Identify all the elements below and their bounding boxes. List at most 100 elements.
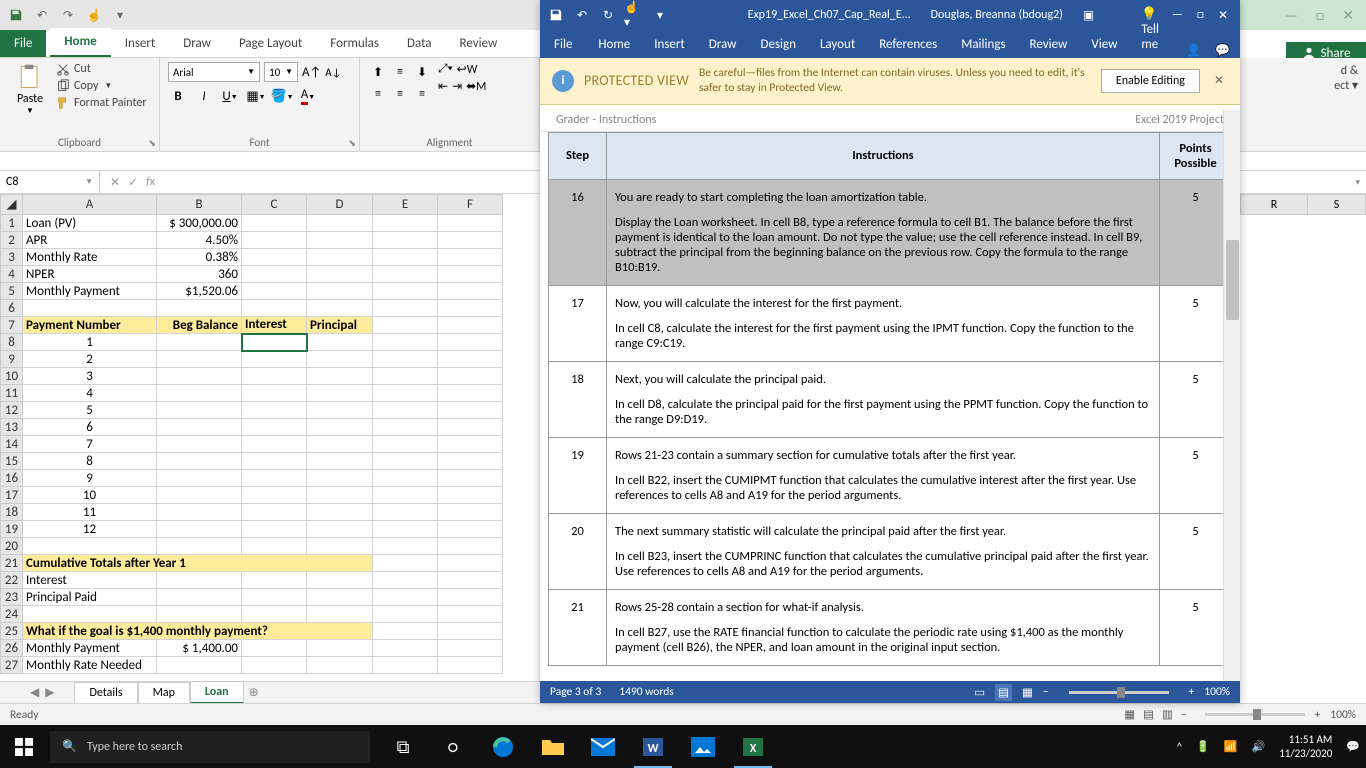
word-count[interactable]: 1490 words [619, 685, 674, 699]
word-tab-review[interactable]: Review [1018, 31, 1080, 58]
bold-button[interactable]: B [168, 86, 188, 106]
cell-D2[interactable] [307, 232, 373, 249]
word-touch-icon[interactable]: ☝▾ [624, 5, 644, 25]
row-header-15[interactable]: 15 [1, 453, 23, 470]
read-mode-icon[interactable]: ▭ [974, 685, 985, 700]
cell-D27[interactable] [307, 657, 373, 674]
word-close-icon[interactable]: ✕ [1218, 8, 1228, 23]
name-box[interactable]: C8▼ [0, 171, 100, 193]
row-header-9[interactable]: 9 [1, 351, 23, 368]
photos-icon[interactable] [680, 725, 726, 768]
cortana-icon[interactable]: ○ [430, 725, 476, 768]
row-header-26[interactable]: 26 [1, 640, 23, 657]
task-view-icon[interactable]: ⧉ [380, 725, 426, 768]
taskbar-clock[interactable]: 11:51 AM 11/23/2020 [1279, 733, 1332, 759]
align-top-icon[interactable]: ⬆ [368, 62, 388, 82]
cell-A1[interactable]: Loan (PV) [23, 215, 157, 232]
cell-C14[interactable] [242, 436, 307, 453]
cell-A23[interactable]: Principal Paid [23, 589, 157, 606]
word-display-mode-icon[interactable]: ▣ [1083, 8, 1094, 23]
row-header-2[interactable]: 2 [1, 232, 23, 249]
cell-B17[interactable] [157, 487, 242, 504]
row-header-4[interactable]: 4 [1, 266, 23, 283]
cell-A5[interactable]: Monthly Payment [23, 283, 157, 300]
word-user-icon[interactable]: 👤 [1186, 43, 1201, 58]
row-header-22[interactable]: 22 [1, 572, 23, 589]
tab-formulas[interactable]: Formulas [316, 30, 393, 57]
cell-B24[interactable] [157, 606, 242, 623]
row-header-25[interactable]: 25 [1, 623, 23, 640]
cell-D9[interactable] [307, 351, 373, 368]
cell-B7[interactable]: Beg Balance [157, 317, 242, 334]
save-icon[interactable] [6, 5, 26, 25]
paste-button[interactable]: Paste ▼ [8, 62, 52, 116]
view-normal-icon[interactable]: ▦ [1124, 707, 1135, 722]
word-save-icon[interactable] [546, 5, 566, 25]
cell-C24[interactable] [242, 606, 307, 623]
increase-indent-icon[interactable]: ⇥ [452, 79, 462, 94]
cell-D15[interactable] [307, 453, 373, 470]
cell-D18[interactable] [307, 504, 373, 521]
row-header-21[interactable]: 21 [1, 555, 23, 572]
word-undo-icon[interactable]: ↶ [572, 5, 592, 25]
cell-B8[interactable] [157, 334, 242, 351]
cell-C19[interactable] [242, 521, 307, 538]
cell-B4[interactable]: 360 [157, 266, 242, 283]
cell-C17[interactable] [242, 487, 307, 504]
orientation-icon[interactable]: ⤢▾ [438, 62, 453, 77]
word-taskbar-icon[interactable]: W [630, 725, 676, 768]
expand-formula-bar-icon[interactable]: ▾ [1355, 177, 1366, 188]
cell-C2[interactable] [242, 232, 307, 249]
tray-chevron-icon[interactable]: ^ [1177, 740, 1182, 753]
notifications-icon[interactable]: 💬 [1346, 740, 1360, 753]
tab-data[interactable]: Data [393, 30, 446, 57]
cell-C18[interactable] [242, 504, 307, 521]
cell-C16[interactable] [242, 470, 307, 487]
wifi-icon[interactable]: 📶 [1224, 740, 1238, 753]
cell-D11[interactable] [307, 385, 373, 402]
taskbar-search[interactable]: 🔍 Type here to search [50, 731, 370, 763]
redo-icon[interactable]: ↷ [58, 5, 78, 25]
cell-B2[interactable]: 4.50% [157, 232, 242, 249]
zoom-slider[interactable] [1205, 713, 1305, 716]
cell-D7[interactable]: Principal [307, 317, 373, 334]
close-protected-bar-icon[interactable]: ✕ [1210, 73, 1228, 88]
cell-A10[interactable]: 3 [23, 368, 157, 385]
cell-B9[interactable] [157, 351, 242, 368]
cell-A16[interactable]: 9 [23, 470, 157, 487]
font-size-dropdown[interactable]: 10▼ [264, 62, 298, 82]
col-header-C[interactable]: C [242, 195, 307, 215]
cell-B6[interactable] [157, 300, 242, 317]
view-page-layout-icon[interactable]: ▤ [1143, 707, 1154, 722]
tab-home[interactable]: Home [50, 28, 110, 57]
cell-A27[interactable]: Monthly Rate Needed [23, 657, 157, 674]
print-layout-icon[interactable]: ▤ [995, 684, 1012, 701]
align-center-icon[interactable]: ≡ [390, 84, 410, 104]
cell-A24[interactable] [23, 606, 157, 623]
word-tell-me[interactable]: 💡 Tell me [1129, 1, 1186, 58]
cell-B3[interactable]: 0.38% [157, 249, 242, 266]
enter-formula-icon[interactable]: ✓ [128, 175, 138, 190]
cell-B23[interactable] [157, 589, 242, 606]
cell-C12[interactable] [242, 402, 307, 419]
increase-font-icon[interactable]: A↑ [302, 65, 321, 80]
word-tab-design[interactable]: Design [748, 31, 807, 58]
sheet-tab-loan[interactable]: Loan [190, 681, 244, 704]
sheet-nav-next-icon[interactable]: ▶ [45, 685, 54, 700]
italic-button[interactable]: I [194, 86, 214, 106]
col-header-E[interactable]: E [373, 195, 438, 215]
cell-D22[interactable] [307, 572, 373, 589]
cell-A25[interactable]: What if the goal is $1,400 monthly payme… [23, 623, 373, 640]
row-header-13[interactable]: 13 [1, 419, 23, 436]
fill-color-button[interactable]: 🪣▼ [272, 86, 292, 106]
cell-D26[interactable] [307, 640, 373, 657]
font-name-dropdown[interactable]: Arial▼ [168, 62, 260, 82]
format-painter-button[interactable]: Format Painter [56, 96, 147, 110]
word-tab-view[interactable]: View [1079, 31, 1129, 58]
wrap-text-button[interactable]: ↩W [457, 62, 478, 77]
cell-D20[interactable] [307, 538, 373, 555]
cell-D3[interactable] [307, 249, 373, 266]
cell-B12[interactable] [157, 402, 242, 419]
row-header-8[interactable]: 8 [1, 334, 23, 351]
cell-D19[interactable] [307, 521, 373, 538]
